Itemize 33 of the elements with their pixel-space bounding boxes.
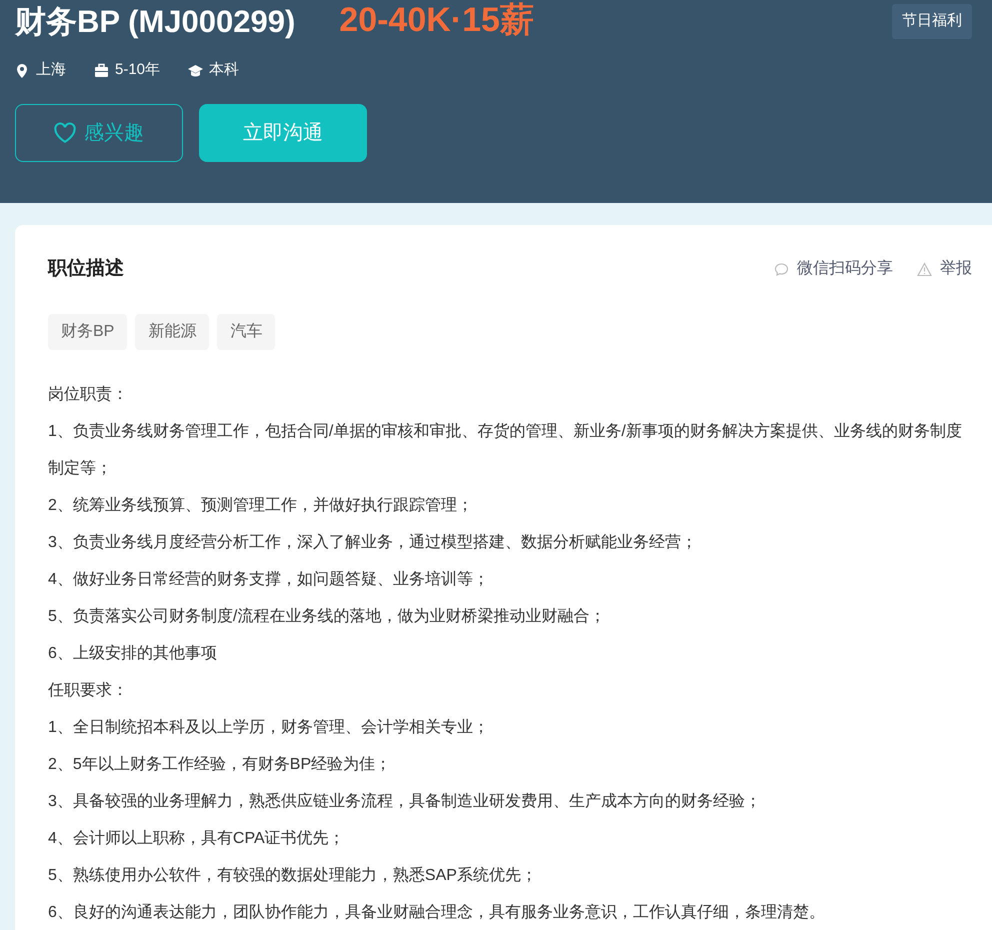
- graduation-cap-icon: [188, 62, 204, 78]
- description-text: 1、全日制统招本科及以上学历，财务管理、会计学相关专业；: [48, 718, 490, 738]
- education-text: 本科: [209, 60, 240, 80]
- description-text: 4、会计师以上职称，具有CPA证书优先；: [48, 828, 346, 848]
- description-text: 6、上级安排的其他事项: [48, 644, 218, 664]
- tag: 新能源: [135, 314, 210, 350]
- benefit-tag: 节日福利: [892, 4, 972, 38]
- chat-bubble-icon: [774, 262, 789, 277]
- description-text: 4、做好业务日常经营的财务支撑，如问题答疑、业务培训等；: [48, 570, 490, 590]
- description-text: 3、负责业务线月度经营分析工作，深入了解业务，通过模型搭建、数据分析赋能业务经营；: [48, 532, 698, 552]
- description-text: 5、负责落实公司财务制度/流程在业务线的落地，做为业财桥梁推动业财融合；: [48, 606, 606, 626]
- description-text: 任职要求：: [48, 680, 129, 700]
- share-link[interactable]: 微信扫码分享: [774, 257, 893, 282]
- interest-button[interactable]: 感兴趣: [15, 104, 183, 162]
- tag: 财务BP: [48, 314, 128, 350]
- description-text: 6、良好的沟通表达能力，团队协作能力，具备业财融合理念，具有服务业务意识，工作认真仔细，条理清楚。: [48, 902, 826, 922]
- description-text: 岗位职责：: [48, 384, 129, 404]
- salary: 20-40K·15薪: [339, 3, 534, 37]
- description-text: 5、熟练使用办公软件，有较强的数据处理能力，熟悉SAP系统优先；: [48, 866, 538, 886]
- location-text: 上海: [36, 60, 66, 80]
- description-text: 2、统筹业务线预算、预测管理工作，并做好执行跟踪管理；: [48, 496, 474, 516]
- heart-icon: [54, 122, 76, 144]
- experience-text: 5-10年: [115, 60, 160, 80]
- job-title: 财务BP (MJ000299): [15, 3, 296, 37]
- section-heading: 职位描述: [48, 257, 124, 281]
- tag: 汽车: [217, 314, 276, 350]
- location-pin-icon: [15, 62, 30, 78]
- description-text: 1、负责业务线财务管理工作，包括合同/单据的审核和审批、存货的管理、新业务/新事项的财务解决方案提供、业务线的财务制度制定等；: [48, 421, 963, 478]
- description-text: 3、具备较强的业务理解力，熟悉供应链业务流程，具备制造业研发费用、生产成本方向的财务经验；: [48, 792, 762, 812]
- report-link[interactable]: 举报: [917, 257, 972, 282]
- briefcase-icon: [94, 62, 109, 78]
- warning-icon: [917, 262, 932, 277]
- description-text: 2、5年以上财务工作经验，有财务BP经验为佳；: [48, 754, 392, 774]
